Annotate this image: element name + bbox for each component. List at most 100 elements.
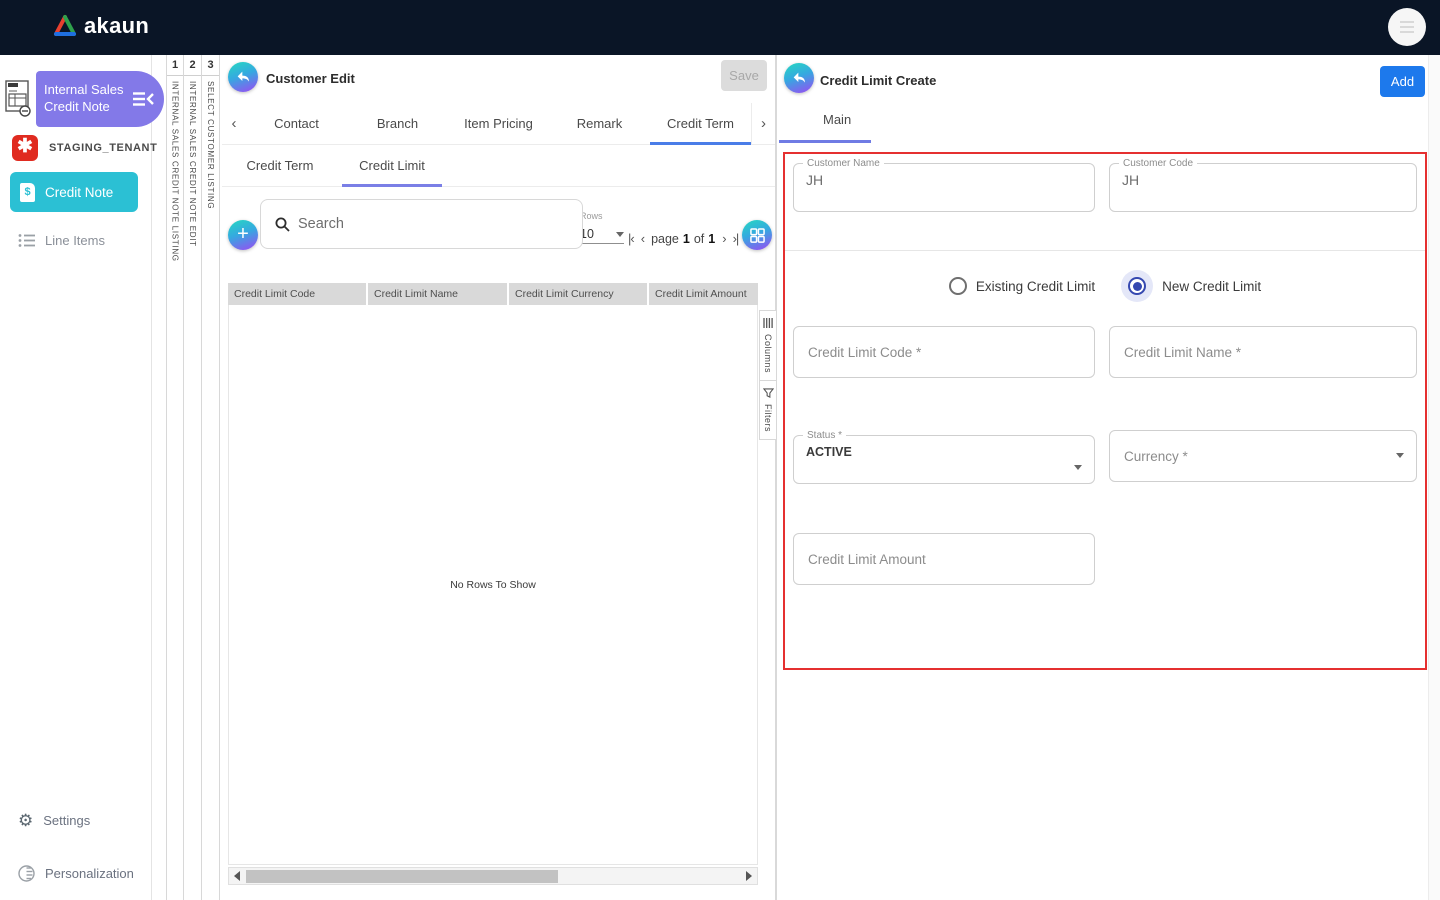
credit-term-subtabs: Credit Term Credit Limit xyxy=(222,145,775,187)
scroll-right-arrow[interactable] xyxy=(741,871,757,881)
rows-per-page-select[interactable]: 10 xyxy=(580,227,624,244)
credit-limit-type-radio-group: Existing Credit Limit New Credit Limit xyxy=(785,264,1425,308)
columns-rail-tab[interactable]: Columns xyxy=(759,310,777,382)
search-box xyxy=(260,199,583,249)
back-arrow-icon xyxy=(237,71,249,82)
radio-selected-icon xyxy=(1128,277,1147,295)
last-page-button[interactable]: ›| xyxy=(733,231,740,246)
search-icon xyxy=(275,217,290,232)
panel-title: Credit Limit Create xyxy=(820,73,937,88)
workflow-tab-number: 3 xyxy=(202,55,219,76)
dropdown-caret-icon xyxy=(1396,453,1404,458)
sidebar-item-personalization[interactable]: Personalization xyxy=(18,865,134,882)
tabs-scroll-left-icon[interactable]: ‹ xyxy=(222,103,246,144)
personalization-label: Personalization xyxy=(45,866,134,881)
column-header-credit-limit-name[interactable]: Credit Limit Name xyxy=(368,283,509,305)
dollar-document-icon: $ xyxy=(20,182,35,202)
subtab-credit-limit[interactable]: Credit Limit xyxy=(336,145,448,187)
radio-existing-credit-limit[interactable]: Existing Credit Limit xyxy=(948,277,1096,295)
empty-table-message: No Rows To Show xyxy=(450,578,536,591)
active-subtab-underline xyxy=(342,184,442,187)
next-page-button[interactable]: › xyxy=(722,231,726,246)
grid-view-icon xyxy=(749,227,765,243)
workflow-tab-number: 1 xyxy=(167,55,183,76)
subtab-credit-term[interactable]: Credit Term xyxy=(224,145,336,186)
sidebar: Internal Sales Credit Note ✱ STAGING_TEN… xyxy=(0,55,164,900)
section-divider xyxy=(785,250,1425,251)
tab-remark[interactable]: Remark xyxy=(549,103,650,144)
credit-limit-create-header: Credit Limit Create Add xyxy=(779,55,1440,105)
customer-edit-header: Customer Edit Save xyxy=(222,55,775,103)
rows-label: Rows xyxy=(580,211,603,221)
gear-icon: ⚙ xyxy=(18,811,34,830)
credit-limit-amount-input[interactable] xyxy=(793,533,1095,585)
tab-item-pricing[interactable]: Item Pricing xyxy=(448,103,549,144)
line-items-label: Line Items xyxy=(45,233,105,248)
vertical-scrollbar-track[interactable] xyxy=(1428,55,1440,900)
scrollbar-thumb[interactable] xyxy=(246,870,558,883)
sidebar-item-internal-sales-credit-note[interactable]: Internal Sales Credit Note xyxy=(0,71,164,127)
tab-contact[interactable]: Contact xyxy=(246,103,347,144)
radio-label: Existing Credit Limit xyxy=(975,278,1096,294)
radio-label: New Credit Limit xyxy=(1162,278,1262,294)
page-indicator: page 1 of 1 xyxy=(651,232,715,246)
dropdown-caret-icon xyxy=(1074,465,1082,470)
tabs-scroll-right-icon[interactable]: › xyxy=(751,103,775,144)
menu-collapse-icon[interactable] xyxy=(132,91,154,107)
back-button[interactable] xyxy=(784,63,814,93)
filters-rail-tab[interactable]: Filters xyxy=(759,381,777,441)
customer-code-input[interactable] xyxy=(1110,169,1371,196)
credit-limit-form: Customer Name Customer Code Existing Cre… xyxy=(783,152,1427,670)
workflow-tab-2[interactable]: 2 INTERNAL SALES CREDIT NOTE EDIT xyxy=(184,55,202,900)
customer-code-label: Customer Code xyxy=(1123,158,1194,169)
tenant-label: STAGING_TENANT xyxy=(49,142,158,154)
save-button[interactable]: Save xyxy=(721,60,767,91)
back-button[interactable] xyxy=(228,62,258,92)
columns-rail-label: Columns xyxy=(763,334,773,374)
column-header-credit-limit-amount[interactable]: Credit Limit Amount xyxy=(649,283,758,305)
customer-name-input[interactable] xyxy=(794,169,1049,196)
add-button[interactable]: Add xyxy=(1380,66,1425,97)
sidebar-item-tenant[interactable]: ✱ STAGING_TENANT xyxy=(12,135,157,161)
radio-new-credit-limit[interactable]: New Credit Limit xyxy=(1121,270,1261,302)
sidebar-item-settings[interactable]: ⚙ Settings xyxy=(18,812,90,829)
first-page-button[interactable]: |‹ xyxy=(628,231,635,246)
status-select[interactable]: Status * ACTIVE xyxy=(793,430,1095,484)
status-value: ACTIVE xyxy=(806,445,852,459)
total-pages-number: 1 xyxy=(708,231,716,246)
top-bar: akaun xyxy=(0,0,1440,55)
workflow-tab-1[interactable]: 1 INTERNAL SALES CREDIT NOTE LISTING xyxy=(166,55,184,900)
of-word: of xyxy=(693,231,705,246)
column-header-credit-limit-currency[interactable]: Credit Limit Currency xyxy=(509,283,649,305)
current-page-number: 1 xyxy=(682,231,690,246)
customer-code-field[interactable]: Customer Code xyxy=(1109,158,1417,212)
column-header-credit-limit-code[interactable]: Credit Limit Code xyxy=(228,283,368,305)
add-record-button[interactable]: + xyxy=(228,220,258,250)
app-root: akaun Internal Sales Credit Note ✱ STAGI… xyxy=(0,0,1440,900)
currency-input[interactable] xyxy=(1109,430,1417,482)
tab-branch[interactable]: Branch xyxy=(347,103,448,144)
credit-limit-code-input[interactable] xyxy=(793,326,1095,378)
table-header-row: Credit Limit Code Credit Limit Name Cred… xyxy=(228,283,758,305)
customer-edit-tabs: ‹ Contact Branch Item Pricing Remark Cre… xyxy=(222,103,775,145)
user-avatar[interactable] xyxy=(1388,8,1426,46)
tab-main[interactable]: Main xyxy=(823,112,851,127)
workflow-tab-3[interactable]: 3 SELECT CUSTOMER LISTING xyxy=(202,55,220,900)
app-badge-pill: Internal Sales Credit Note xyxy=(36,71,164,127)
tab-credit-term[interactable]: Credit Term xyxy=(650,103,751,145)
sidebar-item-credit-note[interactable]: $ Credit Note xyxy=(10,172,138,212)
list-icon xyxy=(18,234,35,247)
workflow-tab-label: SELECT CUSTOMER LISTING xyxy=(206,81,215,210)
filters-rail-label: Filters xyxy=(763,404,773,433)
panel-title: Customer Edit xyxy=(266,71,355,86)
grid-side-rail: Columns Filters xyxy=(759,310,777,441)
previous-page-button[interactable]: ‹ xyxy=(641,231,645,246)
currency-select[interactable] xyxy=(1109,430,1417,482)
search-input[interactable] xyxy=(298,216,538,232)
grid-view-button[interactable] xyxy=(742,220,772,250)
customer-name-field[interactable]: Customer Name xyxy=(793,158,1095,212)
filter-icon xyxy=(762,388,774,398)
sidebar-item-line-items[interactable]: Line Items xyxy=(18,233,105,248)
credit-limit-name-input[interactable] xyxy=(1109,326,1417,378)
scroll-left-arrow[interactable] xyxy=(229,871,245,881)
